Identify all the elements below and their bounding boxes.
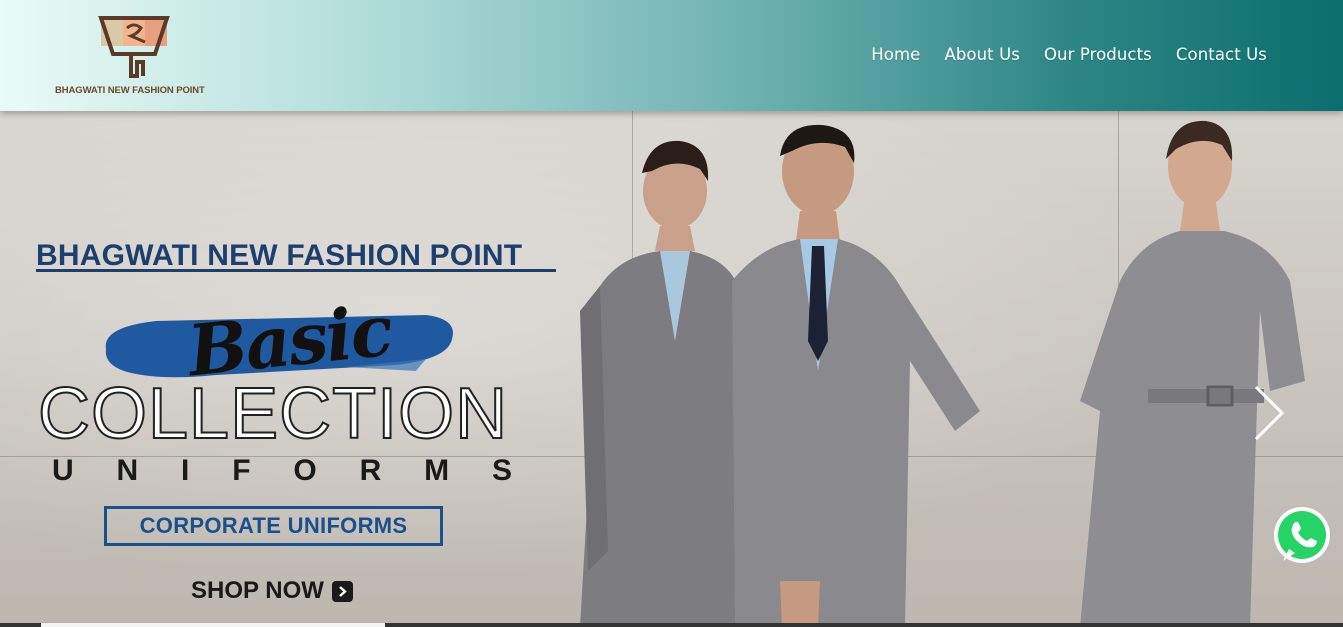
hero-brand-title: BHAGWATI NEW FASHION POINT [36, 239, 523, 272]
subline-letter: I [181, 454, 190, 487]
brand-underline [36, 269, 556, 272]
nav-our-products[interactable]: Our Products [1044, 45, 1152, 64]
arrow-right-box-icon [331, 580, 353, 602]
nav-contact-us[interactable]: Contact Us [1176, 45, 1267, 64]
slider-progress-indicator [41, 623, 385, 627]
shop-now-button[interactable]: SHOP NOW [191, 577, 353, 605]
model-woman-left [580, 140, 755, 627]
subline-letter: R [359, 454, 382, 487]
site-header: BHAGWATI NEW FASHION POINT Home About Us… [0, 0, 1343, 111]
shop-now-label: SHOP NOW [191, 577, 324, 604]
subline-letter: M [424, 454, 450, 487]
category-badge: CORPORATE UNIFORMS [104, 506, 443, 546]
logo-text: BHAGWATI NEW FASHION POINT [55, 85, 205, 96]
main-nav: Home About Us Our Products Contact Us [871, 45, 1267, 64]
subline-letter: N [116, 454, 139, 487]
subline-letter: U [52, 454, 74, 487]
nav-about-us[interactable]: About Us [944, 45, 1020, 64]
subline-letter: F [232, 454, 251, 487]
models-photo [580, 120, 1305, 627]
hanger-logo-icon [98, 16, 170, 78]
subline-letter: S [491, 454, 512, 487]
model-man-center [732, 124, 980, 627]
subline-letter: O [293, 454, 317, 487]
nav-home[interactable]: Home [871, 45, 920, 64]
chevron-right-icon[interactable] [1248, 383, 1288, 443]
headline-collection: COLLECTION [37, 373, 509, 455]
whatsapp-icon[interactable] [1271, 505, 1333, 567]
hero-slider: BHAGWATI NEW FASHION POINT Basic COLLECT… [0, 111, 1343, 627]
subline-uniforms: U N I F O R M S [52, 454, 512, 488]
logo[interactable]: BHAGWATI NEW FASHION POINT [55, 12, 215, 98]
